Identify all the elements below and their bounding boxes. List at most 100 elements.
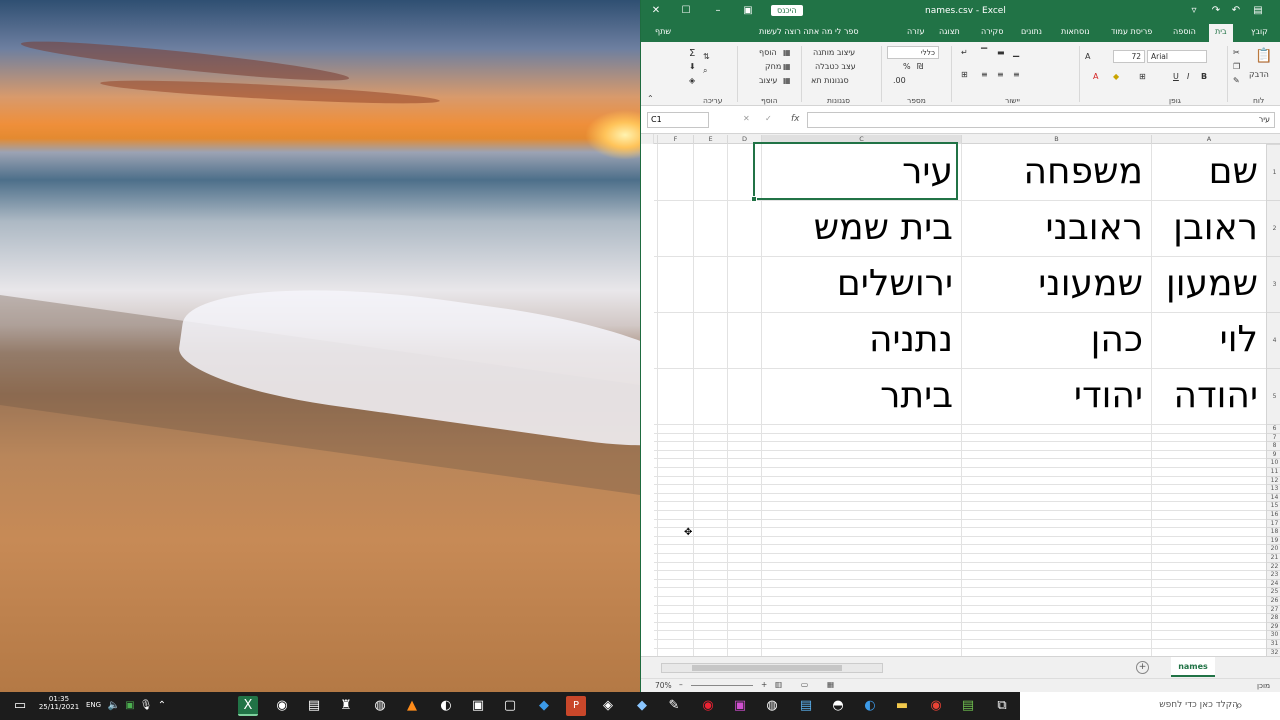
app-icon-16[interactable]: ▤ — [958, 696, 978, 716]
cell-c4[interactable]: נתניה — [761, 312, 961, 368]
row-header[interactable]: 6 — [1267, 424, 1280, 433]
row-header[interactable]: 18 — [1267, 527, 1280, 536]
cell-a4[interactable]: לוי — [1151, 312, 1266, 368]
row-header[interactable]: 14 — [1267, 492, 1280, 502]
add-sheet-button[interactable]: + — [1136, 661, 1149, 674]
delete-cells-button[interactable]: מחק — [765, 62, 781, 71]
page-break-view-icon[interactable]: ▥ — [775, 680, 782, 689]
page-layout-view-icon[interactable]: ▭ — [801, 680, 808, 689]
app-icon-8[interactable]: ◈ — [598, 696, 618, 716]
number-format-dropdown[interactable]: כללי — [887, 46, 939, 59]
row-header[interactable]: 5 — [1267, 368, 1280, 424]
clear-icon[interactable]: ◈ — [689, 76, 695, 85]
normal-view-icon[interactable]: ▦ — [827, 680, 834, 689]
tab-help[interactable]: עזרה — [907, 27, 925, 36]
scroll-thumb[interactable] — [692, 665, 842, 671]
tab-data[interactable]: נתונים — [1021, 27, 1042, 36]
collapse-ribbon-icon[interactable]: ⌃ — [647, 94, 654, 103]
align-center-icon[interactable]: ≡ — [997, 70, 1004, 79]
tab-insert[interactable]: הוספה — [1173, 27, 1196, 36]
fill-icon[interactable]: ⬇ — [689, 62, 696, 71]
cell-c3[interactable]: ירושלים — [761, 256, 961, 312]
app-icon-1[interactable]: ◉ — [272, 696, 292, 716]
cell-c5[interactable]: ביתר — [761, 368, 961, 424]
fill-handle[interactable] — [751, 196, 757, 202]
show-hidden-icons-icon[interactable]: ⌃ — [152, 696, 172, 716]
percent-icon[interactable]: % — [903, 62, 911, 71]
app-icon-6[interactable]: ▣ — [468, 696, 488, 716]
customize-icon[interactable]: ▿ — [1183, 2, 1205, 20]
tell-me-box[interactable]: ספר לי מה אתה רוצה לעשות — [759, 27, 859, 36]
app-icon-10[interactable]: ✎ — [664, 696, 684, 716]
app-icon-11[interactable]: ◉ — [698, 696, 718, 716]
insert-cells-button[interactable]: הוסף — [759, 48, 777, 57]
merge-center-icon[interactable]: ⊞ — [961, 70, 968, 79]
row-header[interactable]: 22 — [1267, 561, 1280, 571]
format-cells-button[interactable]: עיצוב — [759, 76, 777, 85]
excel-taskbar-icon[interactable]: X — [238, 696, 258, 716]
row-header[interactable]: 3 — [1267, 256, 1280, 312]
row-header[interactable]: 32 — [1267, 647, 1280, 657]
align-right-icon[interactable]: ≡ — [1013, 70, 1020, 79]
powerpoint-icon[interactable]: P — [566, 696, 586, 716]
tab-page-layout[interactable]: פריסת עמוד — [1111, 27, 1152, 36]
zoom-level[interactable]: 70% — [655, 681, 672, 690]
row-header[interactable]: 17 — [1267, 518, 1280, 528]
app-icon-14[interactable]: ▤ — [796, 696, 816, 716]
app-icon-15[interactable]: ◓ — [828, 696, 848, 716]
app-icon-3[interactable]: ♜ — [336, 696, 356, 716]
font-color-icon[interactable]: A — [1093, 72, 1098, 81]
minimize-icon[interactable]: – — [707, 2, 729, 20]
enter-icon[interactable]: ✓ — [765, 114, 772, 123]
formula-input[interactable]: עיר — [807, 112, 1275, 128]
sort-filter-icon[interactable]: ⇅ — [703, 52, 710, 61]
worksheet-grid[interactable]: שם משפחה עיר ראובן ראובני בית שמש שמעון שמעוני י… — [641, 144, 1266, 656]
borders-icon[interactable]: ⊞ — [1139, 72, 1146, 81]
row-header[interactable]: 21 — [1267, 553, 1280, 562]
cell-a5[interactable]: יהודה — [1151, 368, 1266, 424]
zoom-in-icon[interactable]: + — [761, 680, 767, 689]
app-icon-4[interactable]: ◍ — [370, 696, 390, 716]
row-header[interactable]: 8 — [1267, 441, 1280, 450]
undo-icon[interactable]: ↶ — [1225, 2, 1247, 20]
conditional-format-button[interactable]: עיצוב מותנה — [813, 48, 855, 57]
cell-a3[interactable]: שמעון — [1151, 256, 1266, 312]
maximize-icon[interactable]: ☐ — [675, 2, 697, 20]
align-bottom-icon[interactable]: ▁ — [1013, 48, 1019, 57]
clipboard-icon[interactable]: 📋 — [1255, 48, 1272, 64]
decrease-font-icon[interactable]: A — [1085, 52, 1090, 61]
notifications-icon[interactable]: ▭ — [10, 696, 30, 716]
decimal-icon[interactable]: .00 — [893, 76, 906, 85]
cell-a1[interactable]: שם — [1151, 144, 1266, 200]
file-explorer-icon[interactable]: ▬ — [892, 696, 912, 716]
cell-b2[interactable]: ראובני — [961, 200, 1151, 256]
zoom-slider[interactable] — [691, 685, 753, 686]
format-painter-icon[interactable]: ✎ — [1233, 76, 1240, 85]
row-header[interactable]: 27 — [1267, 604, 1280, 614]
app-icon-7[interactable]: ▢ — [500, 696, 520, 716]
language-indicator[interactable]: ENG — [86, 701, 101, 709]
app-icon-13[interactable]: ◍ — [762, 696, 782, 716]
autosum-icon[interactable]: Σ — [689, 48, 695, 59]
share-button[interactable]: שתף — [655, 27, 671, 36]
tab-file[interactable]: קובץ — [1251, 27, 1268, 36]
paste-button[interactable]: הדבק — [1249, 70, 1269, 79]
row-header[interactable]: 23 — [1267, 570, 1280, 579]
row-header[interactable]: 20 — [1267, 544, 1280, 553]
underline-icon[interactable]: U — [1173, 72, 1179, 81]
redo-icon[interactable]: ↷ — [1205, 2, 1227, 20]
row-header[interactable]: 12 — [1267, 475, 1280, 485]
cell-b3[interactable]: שמעוני — [961, 256, 1151, 312]
row-header[interactable]: 2 — [1267, 200, 1280, 256]
row-header[interactable]: 1 — [1267, 144, 1280, 200]
row-header[interactable]: 19 — [1267, 535, 1280, 545]
row-header[interactable]: 9 — [1267, 449, 1280, 459]
app-icon-9[interactable]: ◆ — [632, 696, 652, 716]
accounting-icon[interactable]: ₪ — [917, 62, 923, 71]
app-icon-5[interactable]: ◐ — [436, 696, 456, 716]
cell-b1[interactable]: משפחה — [961, 144, 1151, 200]
row-header[interactable]: 25 — [1267, 587, 1280, 596]
row-header[interactable]: 11 — [1267, 467, 1280, 476]
cell-b4[interactable]: כהן — [961, 312, 1151, 368]
row-header[interactable]: 15 — [1267, 501, 1280, 510]
